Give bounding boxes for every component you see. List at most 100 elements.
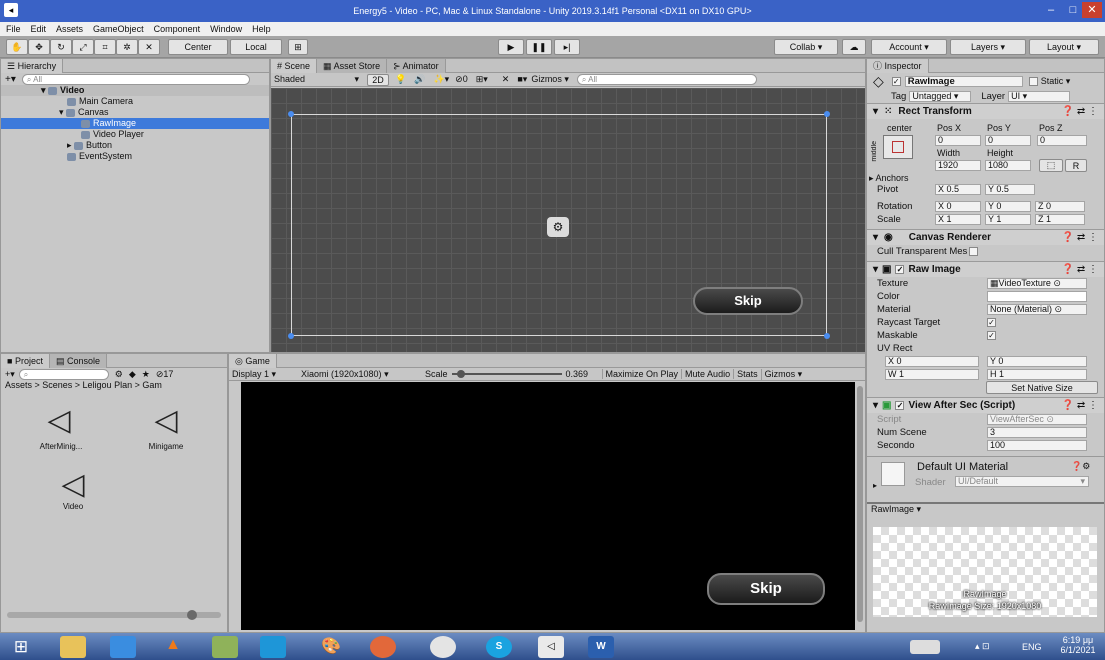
material-foldout[interactable]: ▸ <box>873 481 877 490</box>
favorite-icon[interactable]: ★ <box>142 369 150 380</box>
rawimage-gizmo-icon[interactable]: ⚙ <box>547 217 569 237</box>
app-icon[interactable] <box>212 636 238 658</box>
project-breadcrumb[interactable]: Assets > Scenes > Leligou Plan > Gam <box>1 380 227 392</box>
uv-w-field[interactable]: W 1 <box>885 369 979 380</box>
unity-scene-icon[interactable]: ◁ <box>53 470 93 500</box>
maximize-on-play-toggle[interactable]: Maximize On Play <box>601 369 682 379</box>
pause-button[interactable]: ❚❚ <box>526 39 552 55</box>
effects-icon[interactable]: ✨▾ <box>433 74 449 85</box>
close-button[interactable]: ✕ <box>1082 2 1102 18</box>
scale-slider-handle[interactable] <box>456 370 465 378</box>
tray-icons[interactable]: ▴ ⊡ <box>975 641 990 652</box>
keyboard-icon[interactable] <box>910 640 940 654</box>
filter-type-icon[interactable]: ⚙ <box>115 369 123 380</box>
rect-tool-icon[interactable]: ⌗ <box>94 39 116 55</box>
preview-dropdown[interactable]: RawImage ▾ <box>871 504 921 515</box>
pivot-local-button[interactable]: Local <box>230 39 282 55</box>
rect-transform-header[interactable]: ▾ ⁙ Rect Transform ❓ ⇄ ⋮ <box>867 103 1104 119</box>
canvas-renderer-header[interactable]: ▾ ◉ Canvas Renderer ❓ ⇄ ⋮ <box>867 229 1104 245</box>
tab-inspector[interactable]: ⓘ Inspector <box>867 59 929 73</box>
posx-field[interactable]: 0 <box>935 135 981 146</box>
slider-handle[interactable] <box>187 610 197 620</box>
rotation-y-field[interactable]: Y 0 <box>985 201 1031 212</box>
material-field[interactable]: None (Material) ⊙ <box>987 304 1087 315</box>
rect-handle-bottom-right[interactable] <box>824 333 830 339</box>
hierarchy-item-main-camera[interactable]: Main Camera <box>1 96 269 107</box>
paint-icon[interactable]: 🎨 <box>318 636 344 658</box>
script-enabled-checkbox[interactable]: ✓ <box>895 401 905 410</box>
asset-aftermini-label[interactable]: AfterMinig... <box>21 442 101 451</box>
app-icon[interactable] <box>110 636 136 658</box>
pivot-y-field[interactable]: Y 0.5 <box>985 184 1035 195</box>
static-dropdown[interactable]: Static ▾ <box>1041 76 1071 87</box>
raw-image-header[interactable]: ▾ ▣ ✓ Raw Image ❓ ⇄ ⋮ <box>867 261 1104 277</box>
game-gizmos-dropdown[interactable]: Gizmos ▾ <box>760 368 806 380</box>
tag-dropdown[interactable]: Untagged ▾ <box>909 90 972 102</box>
scale-tool-icon[interactable]: ⤢ <box>72 39 94 55</box>
lighting-icon[interactable]: 💡 <box>395 74 406 85</box>
width-field[interactable]: 1920 <box>935 160 981 171</box>
skype-icon[interactable]: S <box>486 636 512 658</box>
window-title-bar[interactable]: ◂ Energy5 - Video - PC, Mac & Linux Stan… <box>0 0 1105 22</box>
menu-file[interactable]: File <box>6 24 21 34</box>
texture-field[interactable]: ▦VideoTexture ⊙ <box>987 278 1087 289</box>
color-field[interactable] <box>987 291 1087 302</box>
project-create-button[interactable]: +▾ <box>5 369 15 380</box>
grid-icon[interactable]: ⊞▾ <box>476 74 488 85</box>
tab-animator[interactable]: ⊱ Animator <box>387 58 446 73</box>
raw-image-enabled-checkbox[interactable]: ✓ <box>895 265 905 274</box>
asset-minigame-label[interactable]: Minigame <box>126 442 206 451</box>
set-native-size-button[interactable]: Set Native Size <box>986 381 1098 394</box>
stats-toggle[interactable]: Stats <box>733 369 761 379</box>
game-skip-button[interactable]: Skip <box>707 573 825 605</box>
create-button[interactable]: +▾ <box>5 74 16 85</box>
posy-field[interactable]: 0 <box>985 135 1031 146</box>
hierarchy-item-rawimage[interactable]: RawImage <box>1 118 269 129</box>
unity-taskbar-icon[interactable]: ◁ <box>538 636 564 658</box>
active-checkbox[interactable]: ✓ <box>891 76 901 86</box>
custom-tool-icon[interactable]: ✕ <box>138 39 160 55</box>
minimize-button[interactable]: – <box>1040 2 1062 18</box>
tab-hierarchy[interactable]: ☰ Hierarchy <box>1 58 64 73</box>
secondo-field[interactable]: 100 <box>987 440 1087 451</box>
tools-icon[interactable]: ✕ <box>502 74 510 85</box>
clock[interactable]: 6:19 μμ 6/1/2021 <box>1056 635 1100 655</box>
uv-h-field[interactable]: H 1 <box>987 369 1087 380</box>
static-checkbox[interactable] <box>1028 76 1038 86</box>
menu-help[interactable]: Help <box>252 24 271 34</box>
height-field[interactable]: 1080 <box>985 160 1031 171</box>
hierarchy-item-video-player[interactable]: Video Player <box>1 129 269 140</box>
anchor-presets-button[interactable] <box>883 135 913 159</box>
rotation-z-field[interactable]: Z 0 <box>1035 201 1085 212</box>
step-button[interactable]: ▸| <box>554 39 580 55</box>
hierarchy-search-input[interactable]: ⌕ All <box>21 73 250 85</box>
game-scrollbar[interactable] <box>857 386 863 622</box>
component-menu-icon[interactable]: ❓ ⇄ ⋮ <box>1062 400 1098 411</box>
component-menu-icon[interactable]: ❓ ⇄ ⋮ <box>1062 106 1098 117</box>
asset-video-label[interactable]: Video <box>33 502 113 511</box>
object-name-field[interactable]: RawImage <box>904 75 1023 87</box>
account-dropdown[interactable]: Account ▾ <box>871 39 947 55</box>
pivot-x-field[interactable]: X 0.5 <box>935 184 981 195</box>
hierarchy-item-video[interactable]: ▾ Video <box>1 85 269 96</box>
raw-edit-toggle[interactable]: R <box>1065 159 1087 172</box>
vlc-icon[interactable]: ▲ <box>160 636 186 658</box>
game-viewport[interactable]: Skip <box>241 382 855 630</box>
uv-y-field[interactable]: Y 0 <box>987 356 1087 367</box>
rotation-x-field[interactable]: X 0 <box>935 201 981 212</box>
chrome-icon[interactable] <box>430 636 456 658</box>
maskable-checkbox[interactable]: ✓ <box>987 331 996 340</box>
tab-project[interactable]: ■ Project <box>1 353 50 368</box>
tab-game[interactable]: ◎ Game <box>229 353 277 368</box>
maximize-button[interactable]: □ <box>1062 2 1084 18</box>
blueprint-toggle[interactable]: ⬚ <box>1039 159 1063 172</box>
unity-scene-icon[interactable]: ◁ <box>146 406 186 436</box>
posz-field[interactable]: 0 <box>1037 135 1087 146</box>
hand-tool-icon[interactable]: ✋ <box>6 39 28 55</box>
word-icon[interactable]: W <box>588 636 614 658</box>
hidden-count-icon[interactable]: ⊘17 <box>156 369 174 380</box>
move-tool-icon[interactable]: ✥ <box>28 39 50 55</box>
hidden-objects-icon[interactable]: ⊘0 <box>455 74 468 85</box>
rect-handle-top-left[interactable] <box>288 111 294 117</box>
layer-dropdown[interactable]: UI ▾ <box>1008 90 1071 102</box>
